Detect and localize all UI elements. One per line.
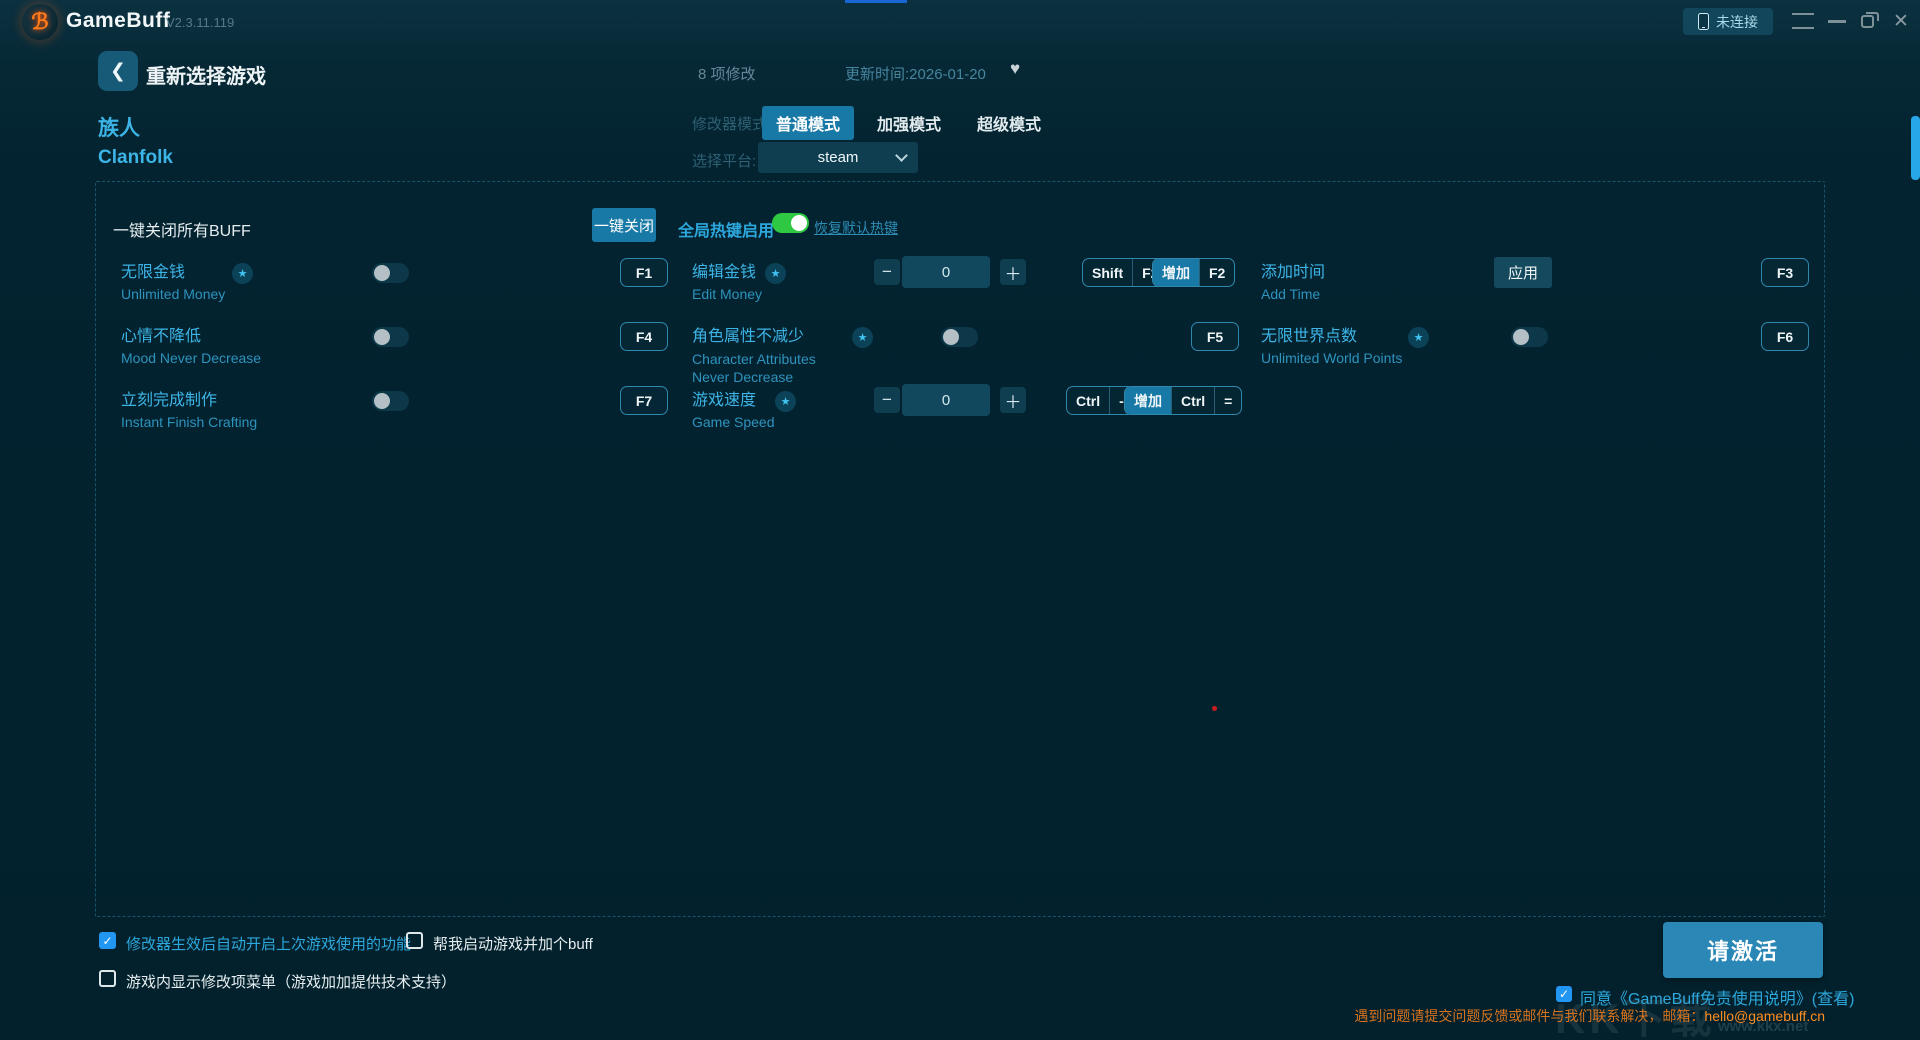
tab-super-mode[interactable]: 超级模式: [976, 106, 1042, 140]
menu-icon[interactable]: [1792, 13, 1814, 29]
app-version: V2.3.11.119: [166, 15, 235, 30]
cheat-game-speed: 游戏速度 Game Speed: [692, 386, 775, 430]
page-title: 重新选择游戏: [146, 66, 266, 88]
speed-increase-button[interactable]: ＋: [1000, 387, 1026, 413]
add-time-apply-button[interactable]: 应用: [1494, 257, 1552, 288]
gamebuff-window: ℬ GameBuff V2.3.11.119 未连接 ✕ ❮ 重新选择游戏 8 …: [0, 0, 1920, 1040]
cheat-label-en: Game Speed: [692, 414, 775, 430]
cheat-label-en: Unlimited World Points: [1261, 350, 1403, 366]
red-dot-artifact: [1212, 706, 1217, 711]
world-points-toggle[interactable]: [1511, 327, 1548, 347]
mods-count: 8 项修改: [698, 66, 756, 83]
cheat-label-en: Mood Never Decrease: [121, 350, 262, 366]
cheat-edit-money: 编辑金钱 Edit Money: [692, 258, 762, 302]
cheat-label-cn: 添加时间: [1261, 264, 1326, 281]
unlimited-money-toggle[interactable]: [372, 263, 409, 283]
cheat-add-time: 添加时间 Add Time: [1261, 258, 1325, 302]
mood-hotkey[interactable]: F4: [620, 322, 668, 351]
money-value-input[interactable]: [902, 256, 990, 288]
cheat-mood-never-decrease: 心情不降低 Mood Never Decrease: [121, 322, 261, 366]
platform-value: steam: [817, 149, 859, 166]
update-time: 更新时间:2026-01-20: [845, 66, 986, 83]
add-time-hotkey[interactable]: F3: [1761, 258, 1809, 287]
game-name-en: Clanfolk: [98, 147, 173, 168]
platform-select[interactable]: steam: [758, 142, 918, 173]
trainer-mode-label: 修改器模式: [692, 116, 768, 133]
cheat-label-cn: 心情不降低: [121, 328, 202, 345]
top-accent-bar: [845, 0, 907, 3]
tab-normal-mode[interactable]: 普通模式: [762, 106, 854, 140]
ingame-menu-checkbox[interactable]: [99, 970, 116, 987]
launch-buff-label[interactable]: 帮我启动游戏并加个buff: [433, 933, 593, 954]
character-attributes-toggle[interactable]: [941, 327, 978, 347]
chevron-down-icon: [895, 149, 908, 162]
auto-enable-label[interactable]: 修改器生效后自动开启上次游戏使用的功能: [126, 933, 411, 954]
cheat-unlimited-money: 无限金钱 Unlimited Money: [121, 258, 225, 302]
restore-default-hotkeys-link[interactable]: 恢复默认热键: [814, 218, 898, 238]
mood-toggle[interactable]: [372, 327, 409, 347]
cheats-panel: [95, 181, 1825, 917]
speed-decrease-button[interactable]: −: [874, 387, 900, 413]
cheat-character-attributes: 角色属性不减少 Character Attributes Never Decre…: [692, 322, 852, 386]
character-attributes-hotkey[interactable]: F5: [1191, 322, 1239, 351]
activate-button[interactable]: 请激活: [1663, 922, 1823, 978]
game-speed-increase-hotkey[interactable]: 增加 Ctrl =: [1124, 386, 1243, 415]
app-title: GameBuff: [66, 9, 171, 32]
cheat-label-cn: 立刻完成制作: [121, 392, 218, 409]
favorite-heart-icon[interactable]: ♥: [1010, 59, 1020, 79]
cheat-label-en: Instant Finish Crafting: [121, 414, 258, 430]
back-button[interactable]: ❮: [98, 51, 138, 91]
cheat-label-en: Edit Money: [692, 286, 763, 302]
scrollbar-thumb[interactable]: [1911, 116, 1920, 180]
ingame-menu-label[interactable]: 游戏内显示修改项菜单（游戏加加提供技术支持）: [126, 971, 456, 992]
auto-enable-checkbox[interactable]: ✓: [99, 932, 116, 949]
instant-crafting-hotkey[interactable]: F7: [620, 386, 668, 415]
cheat-label-en: Add Time: [1261, 286, 1321, 302]
phone-icon: [1698, 13, 1709, 30]
cheat-unlimited-world-points: 无限世界点数 Unlimited World Points: [1261, 322, 1402, 366]
global-hotkey-toggle[interactable]: [772, 213, 809, 233]
cheat-label-en: Unlimited Money: [121, 286, 226, 302]
global-hotkey-label: 全局热键启用: [678, 223, 775, 240]
world-points-hotkey[interactable]: F6: [1761, 322, 1809, 351]
cheat-label-en: Character Attributes Never Decrease: [692, 351, 816, 385]
cheat-label-cn: 无限金钱: [121, 264, 186, 281]
cheat-label-cn: 角色属性不减少: [692, 328, 805, 345]
support-email[interactable]: hello@gamebuff.cn: [1704, 1008, 1825, 1024]
cheat-label-cn: 编辑金钱: [692, 264, 757, 281]
star-icon: ★: [765, 263, 786, 284]
launch-buff-checkbox[interactable]: [406, 932, 423, 949]
close-icon[interactable]: ✕: [1893, 10, 1909, 33]
maximize-icon[interactable]: [1861, 12, 1879, 28]
tab-enhanced-mode[interactable]: 加强模式: [876, 106, 942, 140]
support-line: 遇到问题请提交问题反馈或邮件与我们联系解决，邮箱：hello@gamebuff.…: [1354, 1008, 1825, 1024]
cheat-instant-finish-crafting: 立刻完成制作 Instant Finish Crafting: [121, 386, 257, 430]
speed-value-input[interactable]: [902, 384, 990, 416]
star-icon: ★: [232, 263, 253, 284]
game-name-cn: 族人: [98, 117, 140, 140]
money-increase-button[interactable]: ＋: [1000, 259, 1026, 285]
connection-status-button[interactable]: 未连接: [1683, 8, 1773, 35]
edit-money-increase-hotkey[interactable]: 增加 F2: [1152, 258, 1236, 287]
gamebuff-logo-icon: ℬ: [22, 4, 58, 40]
minimize-icon[interactable]: [1828, 20, 1846, 23]
connection-status-label: 未连接: [1716, 13, 1758, 30]
close-all-buff-label: 一键关闭所有BUFF: [113, 223, 251, 240]
instant-crafting-toggle[interactable]: [372, 391, 409, 411]
star-icon: ★: [775, 391, 796, 412]
cheat-label-cn: 无限世界点数: [1261, 328, 1358, 345]
star-icon: ★: [1408, 327, 1429, 348]
cheat-label-cn: 游戏速度: [692, 392, 757, 409]
platform-label: 选择平台:: [692, 153, 757, 170]
money-decrease-button[interactable]: −: [874, 259, 900, 285]
agree-checkbox[interactable]: ✓: [1556, 986, 1572, 1002]
unlimited-money-hotkey[interactable]: F1: [620, 258, 668, 287]
star-icon: ★: [852, 327, 873, 348]
close-all-button[interactable]: 一键关闭: [592, 208, 656, 242]
